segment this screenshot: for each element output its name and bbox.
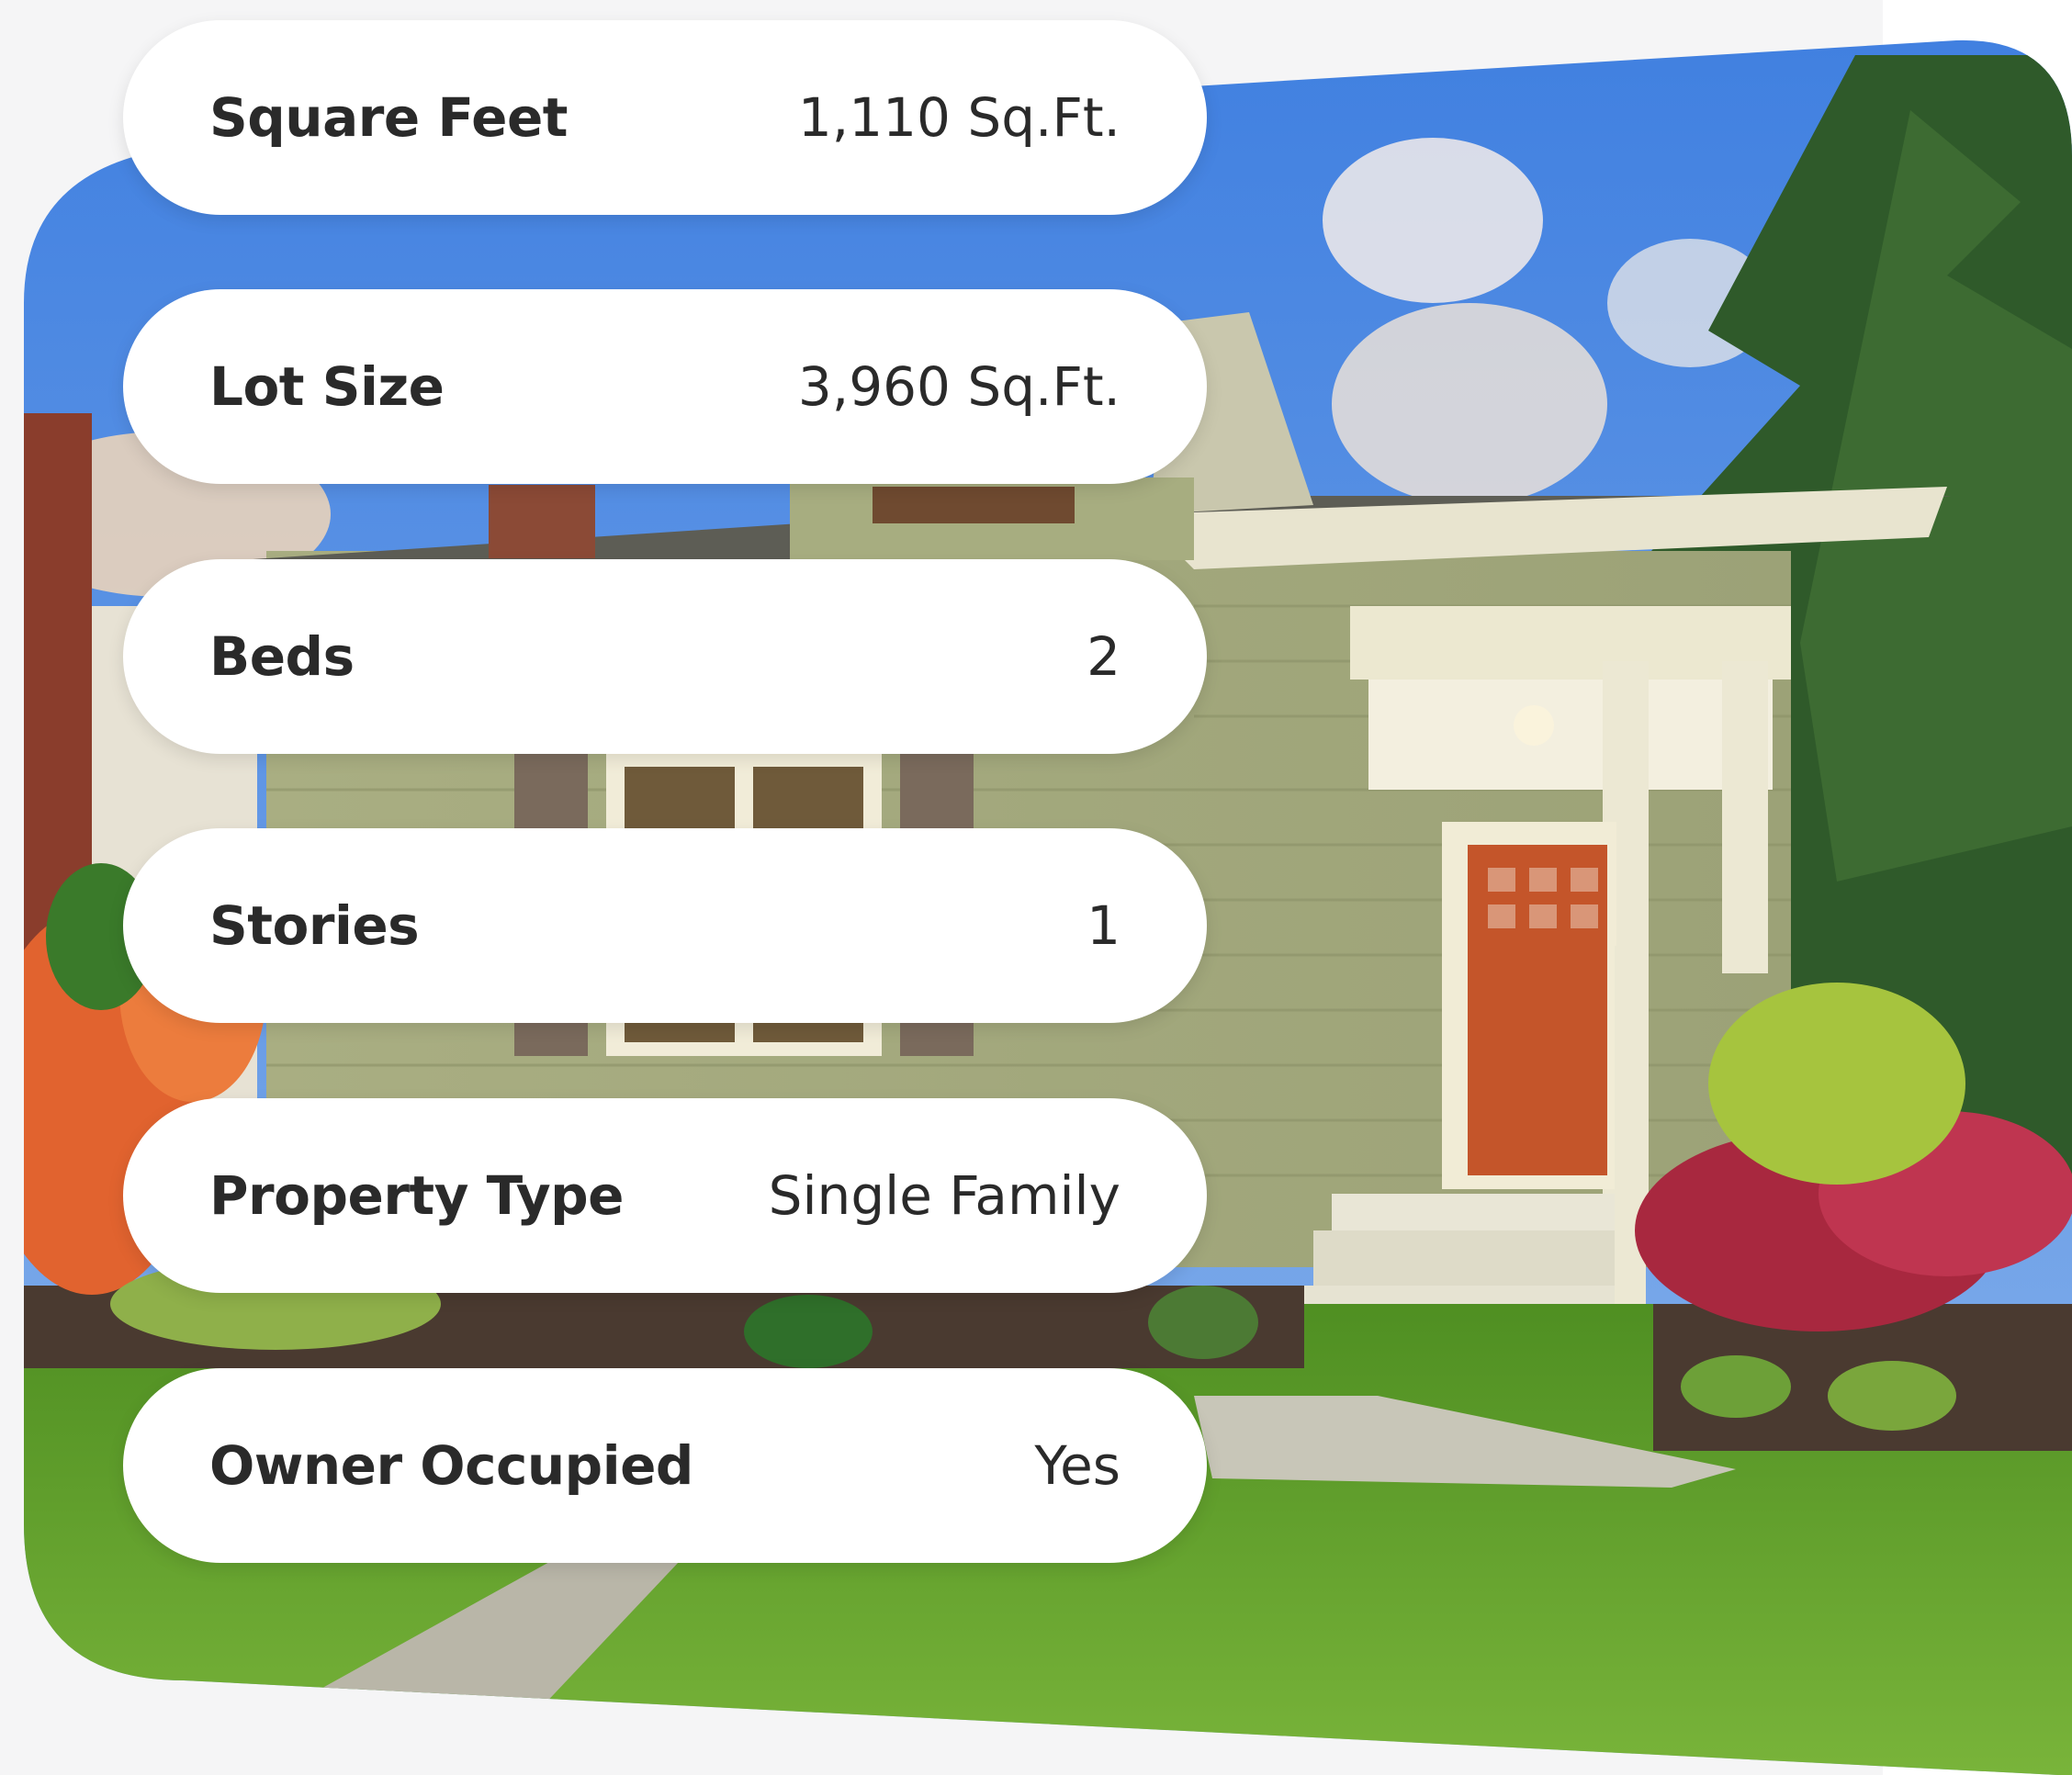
detail-label: Stories [209, 894, 420, 957]
detail-property-type: Property Type Single Family [123, 1098, 1207, 1293]
detail-value: 1,110 Sq.Ft. [797, 86, 1120, 149]
detail-beds: Beds 2 [123, 559, 1207, 754]
detail-value: 3,960 Sq.Ft. [797, 355, 1120, 418]
detail-label: Beds [209, 625, 355, 688]
detail-lot-size: Lot Size 3,960 Sq.Ft. [123, 289, 1207, 484]
detail-value: Single Family [768, 1164, 1120, 1227]
detail-square-feet: Square Feet 1,110 Sq.Ft. [123, 20, 1207, 215]
detail-value: 1 [1087, 894, 1120, 957]
detail-stories: Stories 1 [123, 828, 1207, 1023]
property-details-list: Square Feet 1,110 Sq.Ft. Lot Size 3,960 … [0, 0, 2072, 1775]
detail-value: Yes [1034, 1434, 1120, 1497]
detail-label: Lot Size [209, 355, 445, 418]
detail-label: Property Type [209, 1164, 625, 1227]
detail-label: Owner Occupied [209, 1434, 693, 1497]
detail-label: Square Feet [209, 86, 569, 149]
detail-value: 2 [1087, 625, 1120, 688]
detail-owner-occupied: Owner Occupied Yes [123, 1368, 1207, 1563]
